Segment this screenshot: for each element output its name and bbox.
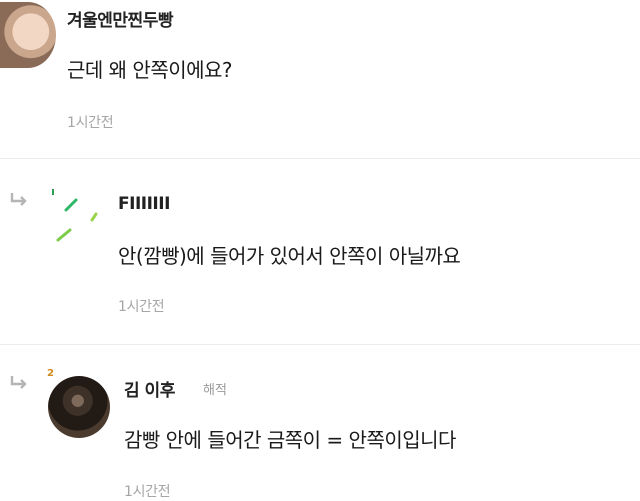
timestamp: 1시간전 [124,484,171,500]
comment-text: 감빵 안에 들어간 금쪽이 = 안쪽이입니다 [124,428,456,452]
member-badge: 해적 [203,383,227,398]
avatar[interactable] [0,2,56,68]
author-name[interactable]: 겨울엔만찐두빵 [67,6,173,31]
timestamp: 1시간전 [118,299,165,315]
comment-text: 근데 왜 안쪽이에요? [67,58,233,82]
reply-arrow-icon [10,193,27,206]
comment-item: 겨울엔만찐두빵 근데 왜 안쪽이에요? 1시간전 [0,0,640,160]
level-mark-icon: 2 [47,368,54,379]
reply-item: 2 김 이후 해적 감빵 안에 들어간 금쪽이 = 안쪽이입니다 1시간전 [0,344,640,501]
timestamp: 1시간전 [67,115,114,131]
author-name[interactable]: FIIIIIII [118,194,170,214]
comment-text: 안(깜빵)에 들어가 있어서 안쪽이 아닐까요 [118,244,461,268]
avatar[interactable] [48,376,110,438]
author-name[interactable]: 김 이후 [124,376,175,401]
avatar[interactable] [48,186,104,250]
reply-arrow-icon [10,376,27,389]
reply-item: FIIIIIII 안(깜빵)에 들어가 있어서 안쪽이 아닐까요 1시간전 [0,158,640,344]
